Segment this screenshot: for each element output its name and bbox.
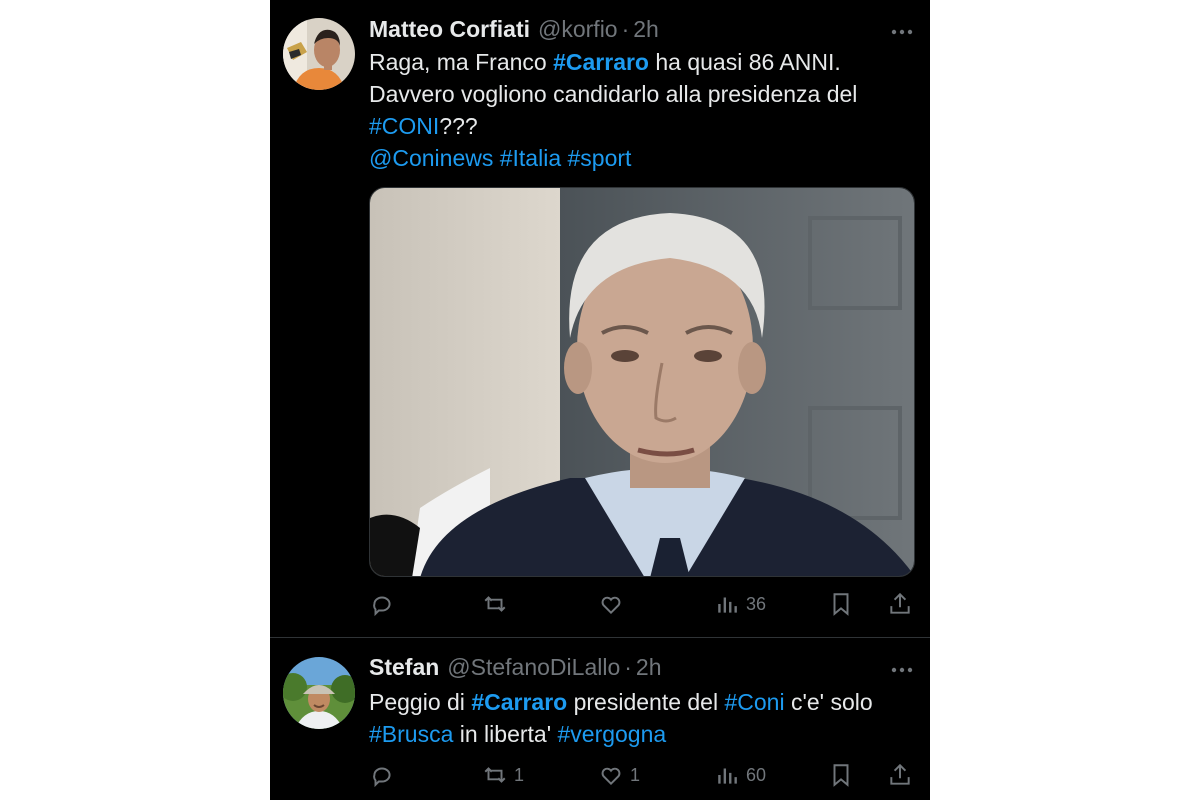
text-segment: in liberta' — [453, 721, 558, 747]
separator-dot: · — [621, 15, 630, 42]
tweet-actions: 1 1 60 — [369, 761, 929, 789]
like-icon — [601, 596, 621, 615]
hashtag-link[interactable]: #CONI — [369, 113, 439, 139]
author-handle[interactable]: @korfio — [538, 16, 618, 43]
views-button[interactable]: 60 — [714, 761, 766, 789]
more-icon[interactable] — [890, 24, 914, 35]
tweet-text-line: @Coninews #Italia #sport — [369, 142, 914, 174]
bookmark-icon — [833, 593, 849, 616]
views-icon — [718, 597, 737, 613]
tweet-photo[interactable] — [369, 187, 915, 577]
text-segment: c'e' solo — [784, 689, 873, 715]
hashtag-link[interactable]: #vergogna — [557, 721, 666, 747]
like-button[interactable]: 1 — [598, 761, 640, 789]
timestamp[interactable]: 2h — [636, 654, 662, 681]
repost-button[interactable]: 1 — [482, 761, 524, 789]
timeline-feed: Matteo Corfiati @korfio · 2h Raga, ma Fr… — [270, 0, 930, 800]
share-button[interactable] — [887, 590, 913, 618]
views-button[interactable]: 36 — [714, 590, 766, 618]
mention-link[interactable]: @Coninews — [369, 145, 493, 171]
reply-button[interactable] — [369, 761, 401, 789]
tweet-header: Stefan @StefanoDiLallo · 2h — [369, 653, 662, 681]
hashtag-link[interactable]: #Brusca — [369, 721, 453, 747]
tweet[interactable]: Stefan @StefanoDiLallo · 2h Peggio di #C… — [270, 638, 930, 800]
text-segment: Davvero vogliono candidarlo alla preside… — [369, 81, 858, 107]
author-name[interactable]: Stefan — [369, 654, 439, 681]
like-button[interactable] — [598, 590, 630, 618]
avatar[interactable] — [283, 657, 355, 729]
avatar[interactable] — [283, 18, 355, 90]
like-count: 1 — [630, 764, 641, 785]
text-segment: ??? — [439, 113, 478, 139]
tweet-text: Raga, ma Franco #Carraro ha quasi 86 ANN… — [369, 46, 914, 174]
author-name[interactable]: Matteo Corfiati — [369, 16, 530, 43]
text-segment: presidente del — [567, 689, 725, 715]
bookmark-button[interactable] — [828, 761, 854, 789]
tweet-text-line: Peggio di #Carraro presidente del #Coni … — [369, 686, 914, 718]
hashtag-link[interactable]: #sport — [568, 145, 632, 171]
repost-button[interactable] — [482, 590, 514, 618]
reply-button[interactable] — [369, 590, 401, 618]
text-segment: ha quasi 86 ANNI. — [648, 49, 841, 75]
repost-count: 1 — [514, 764, 525, 785]
text-segment: Raga, ma Franco — [369, 49, 554, 75]
tweet[interactable]: Matteo Corfiati @korfio · 2h Raga, ma Fr… — [270, 0, 930, 637]
views-count: 60 — [746, 764, 767, 785]
bookmark-button[interactable] — [828, 590, 854, 618]
tweet-text-line: Raga, ma Franco #Carraro ha quasi 86 ANN… — [369, 46, 914, 78]
reply-icon — [373, 596, 391, 617]
share-icon — [890, 763, 910, 785]
hashtag-link[interactable]: #Italia — [500, 145, 561, 171]
separator-dot: · — [624, 653, 632, 680]
share-button[interactable] — [887, 761, 913, 789]
bookmark-icon — [833, 764, 849, 787]
hashtag-link[interactable]: #Coni — [724, 689, 784, 715]
views-count: 36 — [746, 593, 767, 614]
tweet-text-line: #Brusca in liberta' #vergogna — [369, 718, 914, 750]
more-icon[interactable] — [890, 662, 914, 673]
hashtag-link[interactable]: #Carraro — [471, 689, 567, 715]
views-icon — [718, 768, 737, 784]
tweet-text: Peggio di #Carraro presidente del #Coni … — [369, 686, 914, 750]
tweet-text-line: #CONI??? — [369, 110, 914, 142]
share-icon — [890, 592, 910, 614]
repost-icon — [484, 596, 506, 612]
tweet-actions: 36 — [369, 590, 929, 618]
like-icon — [601, 767, 621, 786]
reply-icon — [373, 767, 391, 788]
author-handle[interactable]: @StefanoDiLallo — [447, 654, 620, 681]
text-segment: Peggio di — [369, 689, 472, 715]
timestamp[interactable]: 2h — [633, 16, 659, 43]
tweet-header: Matteo Corfiati @korfio · 2h — [369, 15, 659, 43]
tweet-text-line: Davvero vogliono candidarlo alla preside… — [369, 78, 914, 110]
repost-icon — [484, 767, 506, 783]
hashtag-link[interactable]: #Carraro — [553, 49, 649, 75]
